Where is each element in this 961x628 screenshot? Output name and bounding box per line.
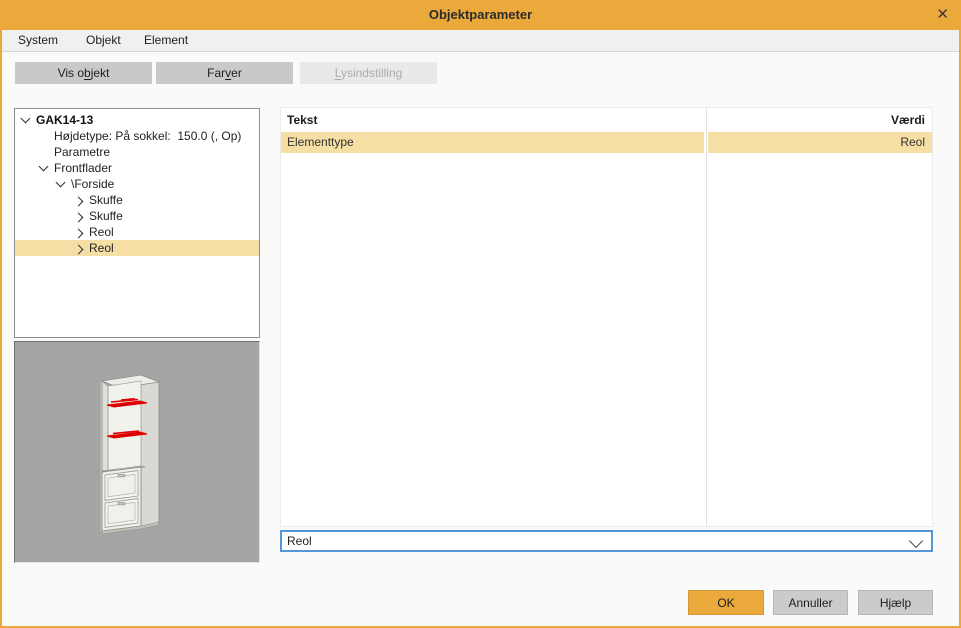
tree-item-gak14-13[interactable]: GAK14-13 [15,112,259,128]
chevron-down-icon[interactable] [909,534,923,548]
chevron-right-icon[interactable] [74,213,84,223]
column-header-tekst: Tekst [287,108,317,132]
value-dropdown[interactable]: Reol [280,530,933,552]
table-row[interactable]: Elementtype Reol [281,132,932,153]
title-bar[interactable]: Objektparameter ✕ [0,0,961,30]
tree-item-skuffe-1[interactable]: Skuffe [15,192,259,208]
objektparameter-dialog: Objektparameter ✕ System Objekt Element … [0,0,961,628]
menu-system[interactable]: System [18,30,58,51]
tree-item-reol-2-selected[interactable]: Reol [15,240,259,256]
column-header-vaerdi: Værdi [891,108,925,132]
window-title: Objektparameter [0,0,961,30]
object-tree: GAK14-13 Højdetype: På sokkel: 150.0 (, … [14,108,260,338]
chevron-right-icon[interactable] [74,229,84,239]
column-divider [706,108,707,526]
tree-item-reol-1[interactable]: Reol [15,224,259,240]
close-icon[interactable]: ✕ [936,0,949,30]
cancel-button[interactable]: Annuller [773,590,848,615]
tree-item-hojdetype[interactable]: Højdetype: På sokkel: 150.0 (, Op) [15,128,259,144]
chevron-down-icon[interactable] [21,114,31,124]
chevron-right-icon[interactable] [74,197,84,207]
chevron-down-icon[interactable] [56,178,66,188]
menu-objekt[interactable]: Objekt [86,30,121,51]
cabinet-preview-image [99,372,165,540]
tree-item-parametre[interactable]: Parametre [15,144,259,160]
cell-tekst: Elementtype [281,132,704,153]
menu-element[interactable]: Element [144,30,188,51]
tree-item-forside[interactable]: \Forside [15,176,259,192]
ok-button[interactable]: OK [688,590,764,615]
vis-objekt-button[interactable]: Vis objekt [15,62,152,84]
lysindstilling-button: Lysindstilling [300,62,437,84]
tree-item-skuffe-2[interactable]: Skuffe [15,208,259,224]
parameter-table: Tekst Værdi Elementtype Reol [280,107,933,527]
chevron-right-icon[interactable] [74,245,84,255]
chevron-down-icon[interactable] [39,162,49,172]
cell-vaerdi: Reol [708,132,932,153]
tree-item-frontflader[interactable]: Frontflader [15,160,259,176]
help-button[interactable]: Hjælp [858,590,933,615]
dropdown-selected-value: Reol [287,532,312,550]
menu-bar: System Objekt Element [2,30,959,52]
table-header: Tekst Værdi [281,108,932,132]
object-preview-panel [14,341,260,563]
farver-button[interactable]: Farver [156,62,293,84]
